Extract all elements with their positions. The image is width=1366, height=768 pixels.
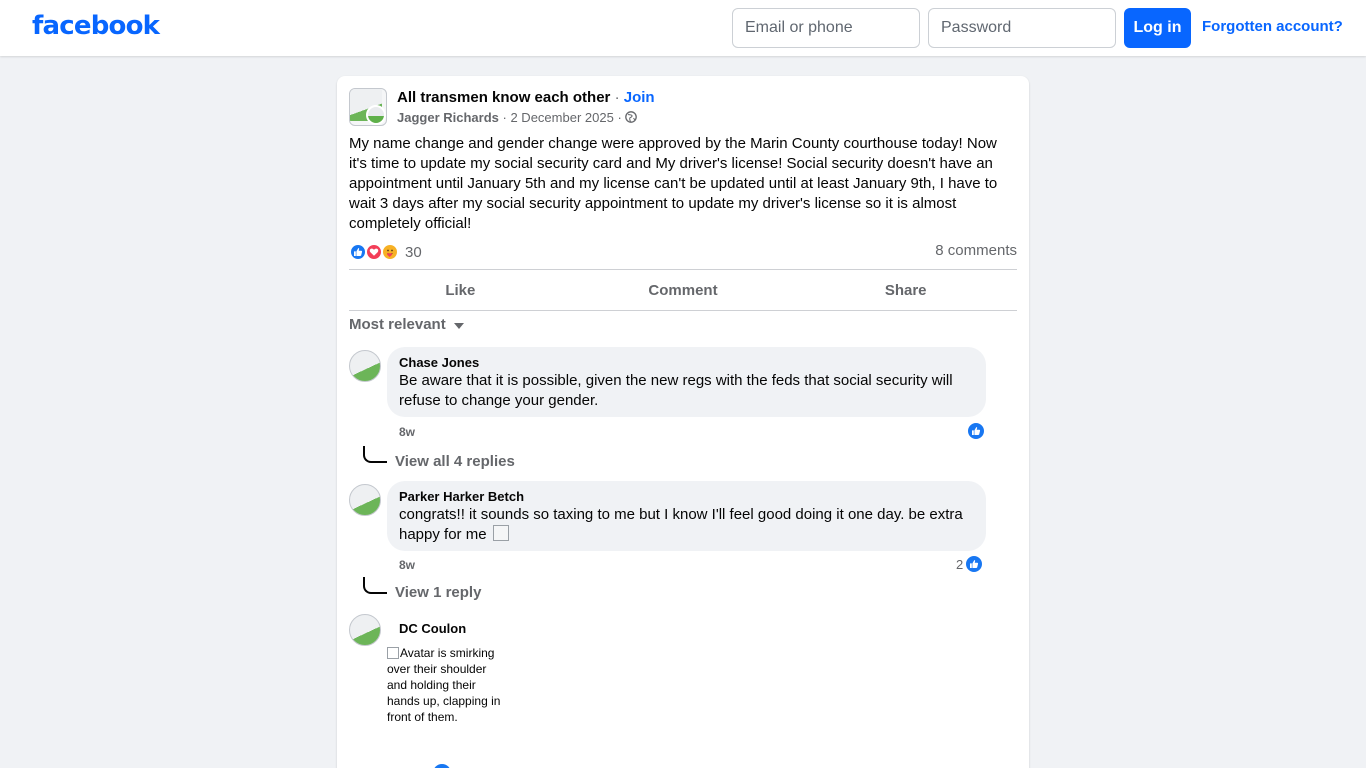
broken-emoji-image xyxy=(492,525,509,541)
group-name-link[interactable]: All transmen know each other xyxy=(397,89,610,106)
thumbs-up-icon xyxy=(965,555,983,573)
broken-image-icon xyxy=(387,647,399,659)
commenter-avatar[interactable] xyxy=(349,350,381,382)
facebook-logo[interactable]: facebook xyxy=(32,11,160,41)
view-replies-link[interactable]: View 1 reply xyxy=(395,584,481,601)
like-reaction-icon xyxy=(349,243,367,261)
sticker-alt-text: Avatar is smirking over their shoulder a… xyxy=(387,646,501,724)
post-card: All transmen know each other · Join Jagg… xyxy=(337,76,1029,768)
love-reaction-icon xyxy=(365,243,383,261)
caret-down-icon xyxy=(453,323,464,329)
comment-text: Be aware that it is possible, given the … xyxy=(399,372,953,409)
commenter-name-link[interactable]: Parker Harker Betch xyxy=(399,489,974,505)
comments-count-link[interactable]: 8 comments xyxy=(935,242,1017,259)
post-actions-bar: Like Comment Share xyxy=(349,270,1017,310)
reply-connector xyxy=(363,577,387,594)
commenter-name-link[interactable]: Chase Jones xyxy=(399,355,974,371)
view-replies-link[interactable]: View all 4 replies xyxy=(395,453,515,470)
share-button[interactable]: Share xyxy=(794,270,1017,310)
thumbs-up-icon xyxy=(433,764,451,768)
thumbs-up-icon xyxy=(967,422,985,440)
author-avatar[interactable] xyxy=(366,105,386,125)
top-navbar: facebook Log in Forgotten account? xyxy=(0,0,1366,56)
sticker-image: Avatar is smirking over their shoulder a… xyxy=(387,645,505,725)
comment-like-count: 2 xyxy=(956,557,964,572)
commenter-avatar[interactable] xyxy=(349,614,381,646)
post-body-text: My name change and gender change were ap… xyxy=(349,135,998,232)
actions-bottom-divider xyxy=(349,310,1017,311)
join-group-link[interactable]: Join xyxy=(624,89,655,106)
reaction-count: 30 xyxy=(405,243,422,261)
reply-connector xyxy=(363,446,387,463)
comment-time-link[interactable]: 8w xyxy=(399,558,415,572)
separator: · xyxy=(502,110,507,125)
separator: · xyxy=(614,89,620,106)
reactions-summary[interactable]: 30 xyxy=(349,242,422,262)
separator: · xyxy=(617,110,622,125)
commenter-name-link[interactable]: DC Coulon xyxy=(399,621,466,637)
commenter-avatar[interactable] xyxy=(349,484,381,516)
comment-button[interactable]: Comment xyxy=(572,270,795,310)
email-or-phone-input[interactable] xyxy=(732,8,920,48)
post-date-link[interactable]: 2 December 2025 xyxy=(510,110,613,125)
post-meta: Jagger Richards · 2 December 2025 · xyxy=(397,110,638,125)
comment-bubble: Chase Jones Be aware that it is possible… xyxy=(387,347,986,417)
care-reaction-icon xyxy=(381,243,399,261)
post-header-title: All transmen know each other · Join xyxy=(397,89,655,106)
group-avatar[interactable] xyxy=(349,88,387,126)
author-name-link[interactable]: Jagger Richards xyxy=(397,110,499,125)
comment-text-content: congrats!! it sounds so taxing to me but… xyxy=(399,506,963,543)
globe-icon xyxy=(625,111,638,123)
like-button[interactable]: Like xyxy=(349,270,572,310)
forgotten-account-link[interactable]: Forgotten account? xyxy=(1202,18,1343,35)
comment-text: congrats!! it sounds so taxing to me but… xyxy=(399,505,974,545)
login-button[interactable]: Log in xyxy=(1124,8,1191,48)
comment-bubble: Parker Harker Betch congrats!! it sounds… xyxy=(387,481,986,551)
comment-time-link[interactable]: 8w xyxy=(399,425,415,439)
sort-label: Most relevant xyxy=(349,316,446,333)
comment-sort-dropdown[interactable]: Most relevant xyxy=(349,316,464,333)
password-input[interactable] xyxy=(928,8,1116,48)
